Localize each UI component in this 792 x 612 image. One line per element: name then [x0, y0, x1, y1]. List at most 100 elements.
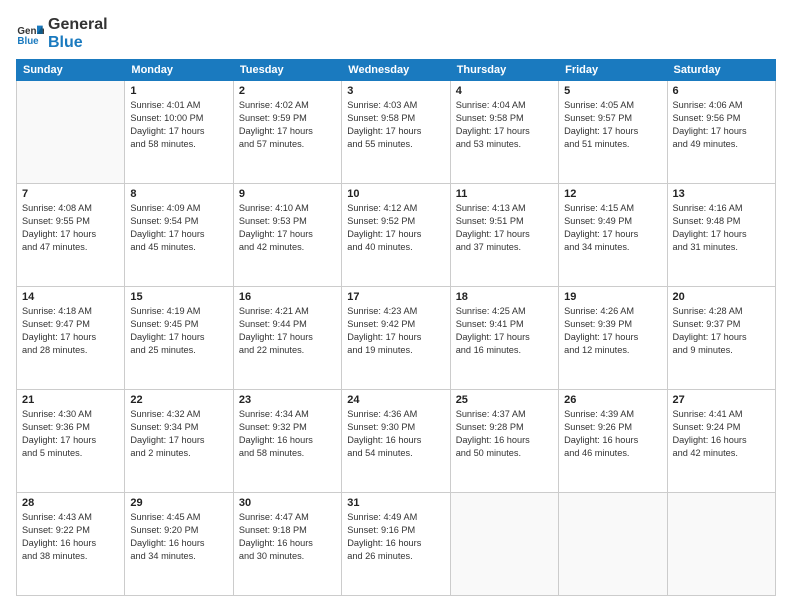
- day-info: Sunrise: 4:25 AM Sunset: 9:41 PM Dayligh…: [456, 305, 553, 357]
- calendar-cell: 30Sunrise: 4:47 AM Sunset: 9:18 PM Dayli…: [233, 493, 341, 596]
- day-number: 15: [130, 291, 227, 303]
- calendar-week-4: 21Sunrise: 4:30 AM Sunset: 9:36 PM Dayli…: [17, 390, 776, 493]
- day-number: 9: [239, 188, 336, 200]
- calendar-cell: 3 Sunrise: 4:03 AM Sunset: 9:58 PM Daylig…: [342, 81, 450, 184]
- day-number: 25: [456, 394, 553, 406]
- calendar-cell: 9 Sunrise: 4:10 AM Sunset: 9:53 PM Daylig…: [233, 184, 341, 287]
- day-info: Sunrise: 4:04 AM Sunset: 9:58 PM Dayligh…: [456, 99, 553, 151]
- day-number: 23: [239, 394, 336, 406]
- day-info: Sunrise: 4:13 AM Sunset: 9:51 PM Dayligh…: [456, 202, 553, 254]
- day-number: 29: [130, 497, 227, 509]
- calendar-cell: 16Sunrise: 4:21 AM Sunset: 9:44 PM Dayli…: [233, 287, 341, 390]
- calendar-week-3: 14Sunrise: 4:18 AM Sunset: 9:47 PM Dayli…: [17, 287, 776, 390]
- calendar-cell: 11Sunrise: 4:13 AM Sunset: 9:51 PM Dayli…: [450, 184, 558, 287]
- day-number: 13: [673, 188, 770, 200]
- day-info: Sunrise: 4:21 AM Sunset: 9:44 PM Dayligh…: [239, 305, 336, 357]
- day-number: 3: [347, 85, 444, 97]
- calendar-cell: [17, 81, 125, 184]
- day-info: Sunrise: 4:08 AM Sunset: 9:55 PM Dayligh…: [22, 202, 119, 254]
- calendar-cell: 2 Sunrise: 4:02 AM Sunset: 9:59 PM Daylig…: [233, 81, 341, 184]
- day-number: 30: [239, 497, 336, 509]
- day-info: Sunrise: 4:41 AM Sunset: 9:24 PM Dayligh…: [673, 408, 770, 460]
- day-number: 19: [564, 291, 661, 303]
- day-number: 4: [456, 85, 553, 97]
- day-info: Sunrise: 4:16 AM Sunset: 9:48 PM Dayligh…: [673, 202, 770, 254]
- day-number: 12: [564, 188, 661, 200]
- calendar-cell: 13 Sunrise: 4:16 AM Sunset: 9:48 PM Dayli…: [667, 184, 775, 287]
- logo: General Blue General Blue: [16, 16, 108, 51]
- calendar-week-5: 28 Sunrise: 4:43 AM Sunset: 9:22 PM Dayli…: [17, 493, 776, 596]
- calendar-cell: 10Sunrise: 4:12 AM Sunset: 9:52 PM Dayli…: [342, 184, 450, 287]
- calendar-cell: 29Sunrise: 4:45 AM Sunset: 9:20 PM Dayli…: [125, 493, 233, 596]
- calendar-cell: 17 Sunrise: 4:23 AM Sunset: 9:42 PM Dayli…: [342, 287, 450, 390]
- calendar-cell: 1 Sunrise: 4:01 AM Sunset: 10:00 PM Dayli…: [125, 81, 233, 184]
- calendar-cell: [450, 493, 558, 596]
- calendar-header-thursday: Thursday: [450, 60, 558, 81]
- day-info: Sunrise: 4:43 AM Sunset: 9:22 PM Dayligh…: [22, 511, 119, 563]
- page-header: General Blue General Blue: [16, 16, 776, 51]
- day-info: Sunrise: 4:30 AM Sunset: 9:36 PM Dayligh…: [22, 408, 119, 460]
- day-number: 22: [130, 394, 227, 406]
- calendar-cell: 31Sunrise: 4:49 AM Sunset: 9:16 PM Dayli…: [342, 493, 450, 596]
- day-number: 17: [347, 291, 444, 303]
- day-info: Sunrise: 4:28 AM Sunset: 9:37 PM Dayligh…: [673, 305, 770, 357]
- calendar-cell: 7 Sunrise: 4:08 AM Sunset: 9:55 PM Daylig…: [17, 184, 125, 287]
- calendar-cell: 27 Sunrise: 4:41 AM Sunset: 9:24 PM Dayli…: [667, 390, 775, 493]
- day-number: 6: [673, 85, 770, 97]
- calendar-cell: 23 Sunrise: 4:34 AM Sunset: 9:32 PM Dayli…: [233, 390, 341, 493]
- calendar-table: SundayMondayTuesdayWednesdayThursdayFrid…: [16, 59, 776, 596]
- calendar-header-wednesday: Wednesday: [342, 60, 450, 81]
- day-info: Sunrise: 4:36 AM Sunset: 9:30 PM Dayligh…: [347, 408, 444, 460]
- calendar-cell: 6 Sunrise: 4:06 AM Sunset: 9:56 PM Daylig…: [667, 81, 775, 184]
- day-info: Sunrise: 4:26 AM Sunset: 9:39 PM Dayligh…: [564, 305, 661, 357]
- day-number: 24: [347, 394, 444, 406]
- day-info: Sunrise: 4:10 AM Sunset: 9:53 PM Dayligh…: [239, 202, 336, 254]
- day-number: 7: [22, 188, 119, 200]
- calendar-cell: 28 Sunrise: 4:43 AM Sunset: 9:22 PM Dayli…: [17, 493, 125, 596]
- calendar-cell: 21Sunrise: 4:30 AM Sunset: 9:36 PM Dayli…: [17, 390, 125, 493]
- day-number: 20: [673, 291, 770, 303]
- day-info: Sunrise: 4:06 AM Sunset: 9:56 PM Dayligh…: [673, 99, 770, 151]
- calendar-header-friday: Friday: [559, 60, 667, 81]
- day-number: 5: [564, 85, 661, 97]
- day-info: Sunrise: 4:15 AM Sunset: 9:49 PM Dayligh…: [564, 202, 661, 254]
- calendar-cell: 18 Sunrise: 4:25 AM Sunset: 9:41 PM Dayli…: [450, 287, 558, 390]
- calendar-cell: [667, 493, 775, 596]
- calendar-cell: [559, 493, 667, 596]
- calendar-header-saturday: Saturday: [667, 60, 775, 81]
- day-number: 26: [564, 394, 661, 406]
- day-info: Sunrise: 4:34 AM Sunset: 9:32 PM Dayligh…: [239, 408, 336, 460]
- calendar-header-sunday: Sunday: [17, 60, 125, 81]
- calendar-week-2: 7 Sunrise: 4:08 AM Sunset: 9:55 PM Daylig…: [17, 184, 776, 287]
- calendar-cell: 25 Sunrise: 4:37 AM Sunset: 9:28 PM Dayli…: [450, 390, 558, 493]
- day-number: 8: [130, 188, 227, 200]
- calendar-header-tuesday: Tuesday: [233, 60, 341, 81]
- calendar-header-monday: Monday: [125, 60, 233, 81]
- calendar-week-1: 1 Sunrise: 4:01 AM Sunset: 10:00 PM Dayli…: [17, 81, 776, 184]
- day-number: 18: [456, 291, 553, 303]
- day-number: 27: [673, 394, 770, 406]
- day-info: Sunrise: 4:32 AM Sunset: 9:34 PM Dayligh…: [130, 408, 227, 460]
- day-info: Sunrise: 4:19 AM Sunset: 9:45 PM Dayligh…: [130, 305, 227, 357]
- day-info: Sunrise: 4:49 AM Sunset: 9:16 PM Dayligh…: [347, 511, 444, 563]
- day-info: Sunrise: 4:03 AM Sunset: 9:58 PM Dayligh…: [347, 99, 444, 151]
- day-info: Sunrise: 4:23 AM Sunset: 9:42 PM Dayligh…: [347, 305, 444, 357]
- logo-icon: General Blue: [16, 20, 44, 48]
- calendar-header-row: SundayMondayTuesdayWednesdayThursdayFrid…: [17, 60, 776, 81]
- day-info: Sunrise: 4:09 AM Sunset: 9:54 PM Dayligh…: [130, 202, 227, 254]
- day-number: 1: [130, 85, 227, 97]
- logo-text-general: General: [48, 16, 108, 34]
- day-info: Sunrise: 4:05 AM Sunset: 9:57 PM Dayligh…: [564, 99, 661, 151]
- day-number: 2: [239, 85, 336, 97]
- calendar-cell: 15 Sunrise: 4:19 AM Sunset: 9:45 PM Dayli…: [125, 287, 233, 390]
- calendar-cell: 20 Sunrise: 4:28 AM Sunset: 9:37 PM Dayli…: [667, 287, 775, 390]
- calendar-cell: 4 Sunrise: 4:04 AM Sunset: 9:58 PM Daylig…: [450, 81, 558, 184]
- day-info: Sunrise: 4:01 AM Sunset: 10:00 PM Daylig…: [130, 99, 227, 151]
- day-info: Sunrise: 4:02 AM Sunset: 9:59 PM Dayligh…: [239, 99, 336, 151]
- calendar-cell: 26 Sunrise: 4:39 AM Sunset: 9:26 PM Dayli…: [559, 390, 667, 493]
- day-number: 28: [22, 497, 119, 509]
- day-info: Sunrise: 4:12 AM Sunset: 9:52 PM Dayligh…: [347, 202, 444, 254]
- day-info: Sunrise: 4:37 AM Sunset: 9:28 PM Dayligh…: [456, 408, 553, 460]
- day-number: 14: [22, 291, 119, 303]
- day-info: Sunrise: 4:39 AM Sunset: 9:26 PM Dayligh…: [564, 408, 661, 460]
